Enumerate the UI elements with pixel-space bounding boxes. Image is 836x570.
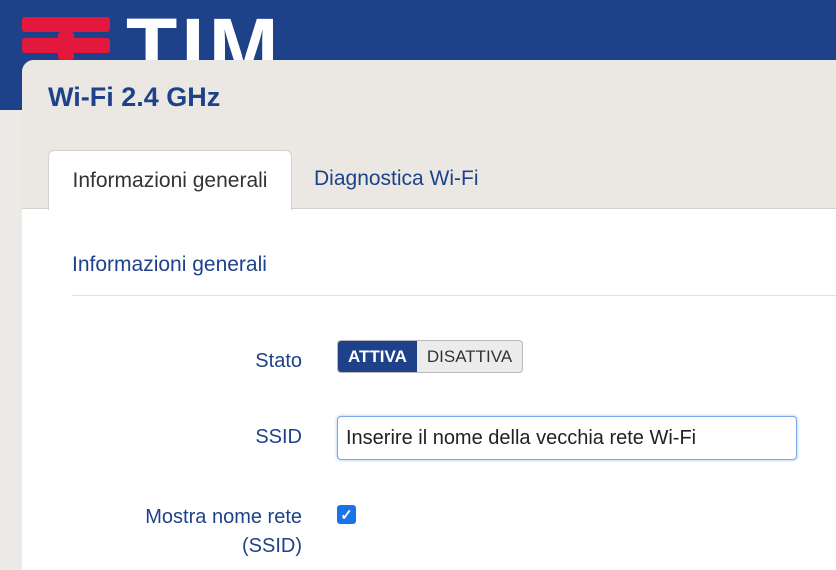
panel-header: Wi-Fi 2.4 GHz Informazioni generali Diag…: [22, 60, 836, 210]
tab-label: Diagnostica Wi-Fi: [314, 167, 479, 190]
logo-red-stem: [58, 32, 74, 60]
tab-informazioni-generali[interactable]: Informazioni generali: [48, 150, 292, 210]
section-title: Informazioni generali: [72, 253, 267, 276]
stato-toggle: ATTIVA DISATTIVA: [337, 340, 524, 373]
tab-diagnostica-wifi[interactable]: Diagnostica Wi-Fi: [314, 150, 479, 208]
label-line-1: Mostra nome rete: [145, 506, 302, 528]
logo-wordmark: TIM: [126, 1, 283, 60]
background-strip: [0, 110, 22, 570]
tim-logo: TIM: [0, 0, 320, 60]
logo-red-bar-top: [22, 17, 110, 32]
page-title: Wi-Fi 2.4 GHz: [48, 82, 221, 112]
checkmark-icon: ✓: [340, 506, 353, 524]
disattiva-button[interactable]: DISATTIVA: [417, 341, 522, 372]
label-line-2: (SSID): [242, 535, 302, 557]
wifi-settings-panel: Wi-Fi 2.4 GHz Informazioni generali Diag…: [22, 60, 836, 570]
tab-label: Informazioni generali: [72, 168, 268, 192]
mostra-nome-rete-checkbox[interactable]: ✓: [337, 505, 356, 524]
mostra-nome-rete-label: Mostra nome rete (SSID): [42, 503, 302, 561]
ssid-input[interactable]: [337, 416, 797, 460]
section-divider: [72, 295, 836, 296]
stato-label: Stato: [255, 350, 302, 372]
attiva-button[interactable]: ATTIVA: [338, 341, 417, 372]
ssid-label: SSID: [255, 426, 302, 448]
